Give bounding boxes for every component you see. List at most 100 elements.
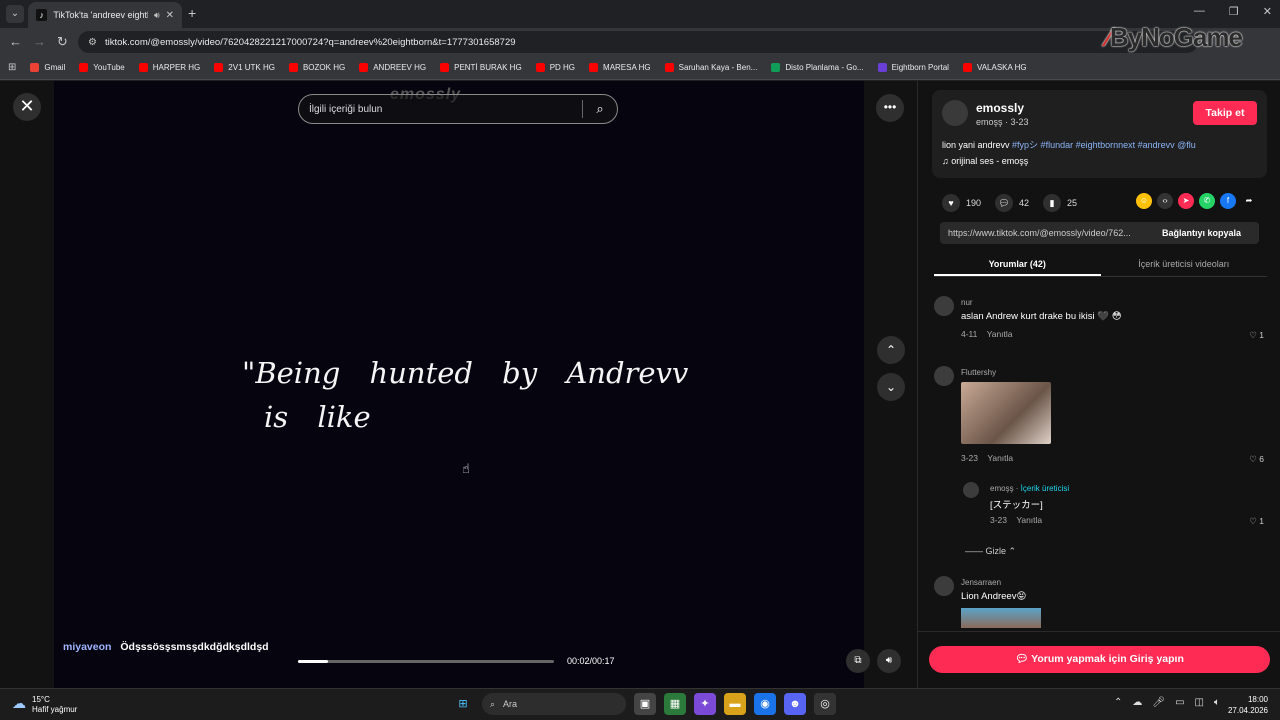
bookmark-item[interactable]: YouTube — [79, 63, 125, 72]
video-link-url[interactable]: https://www.tiktok.com/@emossly/video/76… — [940, 228, 1154, 238]
browser-tab[interactable]: ♪ TikTok'ta 'andreev eightborn' 🔊︎ ✕ — [28, 2, 182, 28]
maximize-icon[interactable]: ❐ — [1229, 5, 1239, 18]
video-quote-text: "Being hunted by Andrevv is like — [242, 351, 688, 439]
bookmark-item[interactable]: BOZOK HG — [288, 63, 345, 72]
file-explorer-icon[interactable]: ▬ — [724, 693, 746, 715]
reply-button[interactable]: Yanıtla — [987, 453, 1013, 463]
next-video-button[interactable]: ⌄ — [877, 373, 905, 401]
author-name[interactable]: emossly — [976, 101, 1024, 115]
bookmark-item[interactable]: ANDREEV HG — [359, 63, 426, 72]
copy-link-button[interactable]: Bağlantıyı kopyala — [1154, 228, 1241, 238]
back-icon[interactable]: ← — [9, 34, 22, 49]
tab-search-menu-icon[interactable]: ⌄ — [6, 5, 24, 23]
weather-widget[interactable]: ☁ 15°C Hafif yağmur — [12, 695, 77, 715]
search-input[interactable]: İlgili içeriği bulun — [309, 104, 582, 115]
copilot-icon[interactable]: ✦ — [694, 693, 716, 715]
comment-like-button[interactable]: ♡ 1 — [1249, 516, 1264, 527]
music-info[interactable]: ♫ orijinal ses - emoşş — [942, 156, 1028, 166]
network-icon[interactable]: ◫ — [1195, 697, 1204, 708]
reload-icon[interactable]: ↻ — [57, 34, 68, 50]
send-icon[interactable]: ➤ — [1178, 193, 1194, 209]
discord-icon[interactable]: ☻ — [784, 693, 806, 715]
tray-overflow-icon[interactable]: ⌃ — [1114, 697, 1122, 708]
minimize-icon[interactable]: — — [1194, 5, 1205, 18]
login-to-comment-button[interactable]: 💬︎ Yorum yapmak için Giriş yapın — [929, 646, 1270, 673]
video-progress-bar[interactable] — [298, 660, 554, 663]
commenter-avatar[interactable] — [934, 366, 954, 386]
comment-bubble-icon: 💬︎ — [1015, 653, 1032, 665]
bookmark-item[interactable]: VALASKA HG — [962, 63, 1027, 72]
clock-date: 27.04.2026 — [1227, 706, 1268, 715]
site-info-icon[interactable]: ⚙ — [88, 37, 97, 48]
save-button[interactable]: ▮ 25 — [1043, 194, 1077, 212]
picture-in-picture-icon[interactable]: ⧉ — [846, 649, 870, 673]
whatsapp-icon[interactable]: ✆ — [1199, 193, 1215, 209]
more-options-button[interactable]: ••• — [876, 94, 904, 122]
chrome-icon[interactable]: ◉ — [754, 693, 776, 715]
comment-like-button[interactable]: ♡ 6 — [1249, 454, 1264, 465]
new-tab-button[interactable]: + — [188, 5, 196, 21]
url-text: tiktok.com/@emossly/video/76204282212170… — [104, 36, 516, 48]
comment-meta: 4-11 Yanıtla — [961, 329, 1013, 339]
display-icon[interactable]: ▭ — [1175, 697, 1184, 708]
commenter-name[interactable]: Fluttershy — [961, 368, 996, 377]
caption-author[interactable]: miyaveon — [63, 641, 111, 653]
commenter-avatar[interactable] — [963, 482, 979, 498]
comment-reply-item: emoşş · İçerik üreticisi [ステッカー] 3-23 Ya… — [963, 482, 1264, 532]
comment-image[interactable] — [961, 382, 1051, 444]
forward-icon[interactable]: → — [33, 34, 46, 49]
share-arrow-icon[interactable]: ➦ — [1241, 193, 1257, 209]
video-player[interactable]: emossly "Being hunted by Andrevv is like… — [54, 81, 864, 688]
friends-share-icon[interactable]: ☺ — [1136, 193, 1152, 209]
previous-video-button[interactable]: ⌃ — [877, 336, 905, 364]
bookmark-item[interactable]: Saruhan Kaya - Ben... — [664, 63, 757, 72]
microphone-icon[interactable]: 🎤︎ — [1152, 697, 1165, 708]
bookmark-item[interactable]: PENTİ BURAK HG — [440, 63, 522, 72]
description-hashtags[interactable]: #fypシ #flundar #eightbornnext #andrevv @… — [1012, 140, 1196, 150]
search-icon[interactable]: ⌕ — [583, 101, 617, 117]
like-button[interactable]: ♥ 190 — [942, 194, 981, 212]
bookmark-item[interactable]: Eightborn Portal — [877, 63, 949, 72]
commenter-name[interactable]: Jensarraen — [961, 578, 1001, 587]
bookmark-item[interactable]: MARESA HG — [589, 63, 651, 72]
task-view-icon[interactable]: ▣ — [634, 693, 656, 715]
bookmark-item[interactable]: Disto Planlama - Go... — [771, 63, 864, 72]
follow-button[interactable]: Takip et — [1193, 101, 1257, 125]
commenter-name[interactable]: emoşş · İçerik üreticisi — [990, 484, 1069, 493]
related-search-bar[interactable]: İlgili içeriği bulun ⌕ — [298, 94, 618, 124]
store-icon[interactable]: ▦ — [664, 693, 686, 715]
reply-button[interactable]: Yanıtla — [987, 329, 1013, 339]
window-close-icon[interactable]: ✕ — [1263, 5, 1272, 18]
tiktok-favicon-icon: ♪ — [36, 9, 48, 21]
commenter-avatar[interactable] — [934, 296, 954, 316]
comment-like-button[interactable]: ♡ 1 — [1249, 330, 1264, 341]
speaker-icon[interactable]: 🔊︎ — [154, 10, 160, 21]
address-bar[interactable]: ⚙ tiktok.com/@emossly/video/762042822121… — [78, 31, 1198, 53]
reply-button[interactable]: Yanıtla — [1016, 515, 1042, 525]
commenter-name[interactable]: nur — [961, 298, 973, 307]
close-video-button[interactable]: ✕ — [13, 93, 41, 121]
apps-grid-icon[interactable]: ⊞ — [8, 62, 16, 73]
facebook-icon[interactable]: f — [1220, 193, 1236, 209]
hide-replies-button[interactable]: —— Gizle ⌃ — [965, 546, 1016, 557]
tab-comments[interactable]: Yorumlar (42) — [934, 251, 1101, 276]
bookmark-item[interactable]: Gmail — [30, 63, 65, 72]
taskbar-search[interactable]: ⌕ Ara — [482, 693, 626, 715]
author-avatar[interactable] — [942, 100, 968, 126]
onedrive-icon[interactable]: ☁ — [1132, 697, 1142, 708]
system-clock[interactable]: 18:00 27.04.2026 — [1228, 694, 1268, 716]
bookmark-item[interactable]: PD HG — [535, 63, 575, 72]
tab-creator-videos[interactable]: İçerik üreticisi videoları — [1101, 251, 1268, 276]
bookmark-item[interactable]: HARPER HG — [138, 63, 200, 72]
volume-tray-icon[interactable]: 🔈︎ — [1214, 697, 1220, 708]
volume-icon[interactable]: 🔊︎ — [877, 649, 901, 673]
quote-line-2: is like — [264, 400, 371, 434]
app-icon[interactable]: ◎ — [814, 693, 836, 715]
comment-button[interactable]: 💬︎ 42 — [995, 194, 1029, 212]
windows-start-icon[interactable]: ⊞ — [452, 693, 474, 715]
bookmark-item[interactable]: 2V1 UTK HG — [214, 63, 275, 72]
commenter-avatar[interactable] — [934, 576, 954, 596]
tab-close-icon[interactable]: ✕ — [166, 10, 174, 21]
embed-icon[interactable]: ‹› — [1157, 193, 1173, 209]
comment-image[interactable] — [961, 608, 1041, 628]
